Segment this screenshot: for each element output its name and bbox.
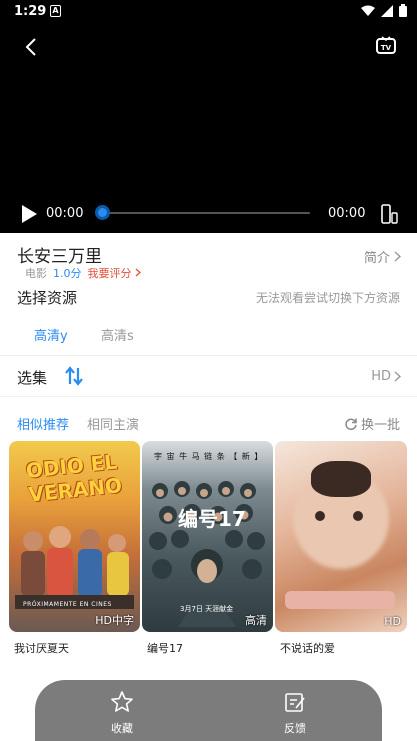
video-player[interactable]: 1:29 A TV 00:00 00:00 — [0, 0, 417, 233]
episode-quality: HD — [371, 369, 391, 384]
rate-button[interactable]: 我要评分 — [88, 265, 142, 281]
poster-image — [353, 511, 363, 521]
source-tab-hd-y[interactable]: 高清y — [34, 325, 68, 344]
poster-title-art: 编号17 — [178, 507, 246, 531]
rate-label: 我要评分 — [87, 267, 132, 280]
divider — [0, 396, 417, 397]
episode-quality-link[interactable]: HD — [371, 369, 401, 384]
status-bar: 1:29 A — [0, 0, 417, 24]
poster-footer: 3月7日 天涯献金 — [180, 605, 234, 613]
progress-bar[interactable] — [102, 212, 310, 214]
tab-similar[interactable]: 相似推荐 — [17, 414, 69, 433]
poster-caption[interactable]: 我讨厌夏天 — [14, 640, 69, 656]
quality-badge: HD中字 — [95, 614, 134, 627]
favorite-label: 收藏 — [111, 722, 133, 735]
intro-label: 简介 — [363, 251, 390, 266]
poster-title-art: ODIO EL VERANO — [24, 449, 124, 507]
edit-icon — [285, 693, 305, 712]
poster-card[interactable]: ODIO EL VERANO PRÓXIMAMENTE EN CINES HD中… — [9, 441, 140, 632]
notification-icon: A — [50, 5, 61, 17]
feedback-button[interactable]: 反馈 — [265, 690, 325, 736]
movie-type: 电影 — [25, 267, 47, 280]
favorite-button[interactable]: 收藏 — [92, 690, 152, 736]
poster-header: 宇 宙 牛 马 链 条 【 新 】 — [154, 452, 264, 461]
poster-caption[interactable]: 不说话的爱 — [280, 640, 335, 656]
poster-image — [311, 461, 371, 497]
poster-image — [315, 511, 325, 521]
feedback-label: 反馈 — [284, 722, 306, 735]
poster-image — [285, 591, 395, 609]
source-label: 选择资源 — [17, 289, 78, 307]
movie-meta: 电影 1.0分 我要评分 — [25, 265, 141, 281]
battery-icon — [399, 4, 407, 17]
chevron-right-icon — [394, 251, 401, 262]
total-time: 00:00 — [328, 206, 366, 221]
wifi-icon — [361, 5, 375, 16]
source-hint: 无法观看尝试切换下方资源 — [255, 291, 400, 305]
poster-footer: PRÓXIMAMENTE EN CINES — [23, 601, 112, 608]
refresh-icon — [345, 418, 357, 430]
tab-same-cast[interactable]: 相同主演 — [87, 414, 139, 433]
refresh-label: 换一批 — [360, 418, 400, 433]
status-icons — [361, 4, 407, 17]
movie-score: 1.0分 — [53, 267, 82, 280]
bottom-action-bar: 收藏 反馈 — [35, 680, 382, 741]
progress-thumb[interactable] — [95, 205, 110, 220]
quality-badge: HD — [384, 615, 401, 628]
chevron-right-icon — [394, 371, 401, 382]
refresh-button[interactable]: 换一批 — [344, 414, 400, 433]
signal-icon — [381, 4, 393, 17]
intro-link[interactable]: 简介 — [364, 247, 401, 266]
divider — [0, 355, 417, 356]
sort-icon[interactable] — [65, 366, 83, 386]
star-icon — [111, 691, 133, 712]
source-tab-hd-s[interactable]: 高清s — [101, 325, 134, 344]
current-time: 00:00 — [46, 206, 84, 221]
poster-card[interactable]: 宇 宙 牛 马 链 条 【 新 】 编号17 3月7日 天涯献金 高清 — [142, 441, 273, 632]
episodes-label: 选集 — [17, 369, 48, 387]
play-icon[interactable] — [20, 204, 38, 224]
movie-title: 长安三万里 — [17, 247, 102, 267]
tv-cast-icon[interactable]: TV — [375, 36, 397, 56]
chevron-right-icon — [135, 268, 141, 277]
svg-text:TV: TV — [381, 44, 392, 52]
status-time: 1:29 — [14, 4, 47, 19]
poster-image — [15, 526, 134, 609]
poster-card[interactable]: HD — [275, 441, 407, 632]
poster-caption[interactable]: 编号17 — [147, 640, 183, 656]
quality-badge: 高清 — [245, 614, 267, 627]
rotate-screen-icon[interactable] — [380, 204, 398, 224]
back-arrow-icon[interactable] — [20, 36, 42, 58]
